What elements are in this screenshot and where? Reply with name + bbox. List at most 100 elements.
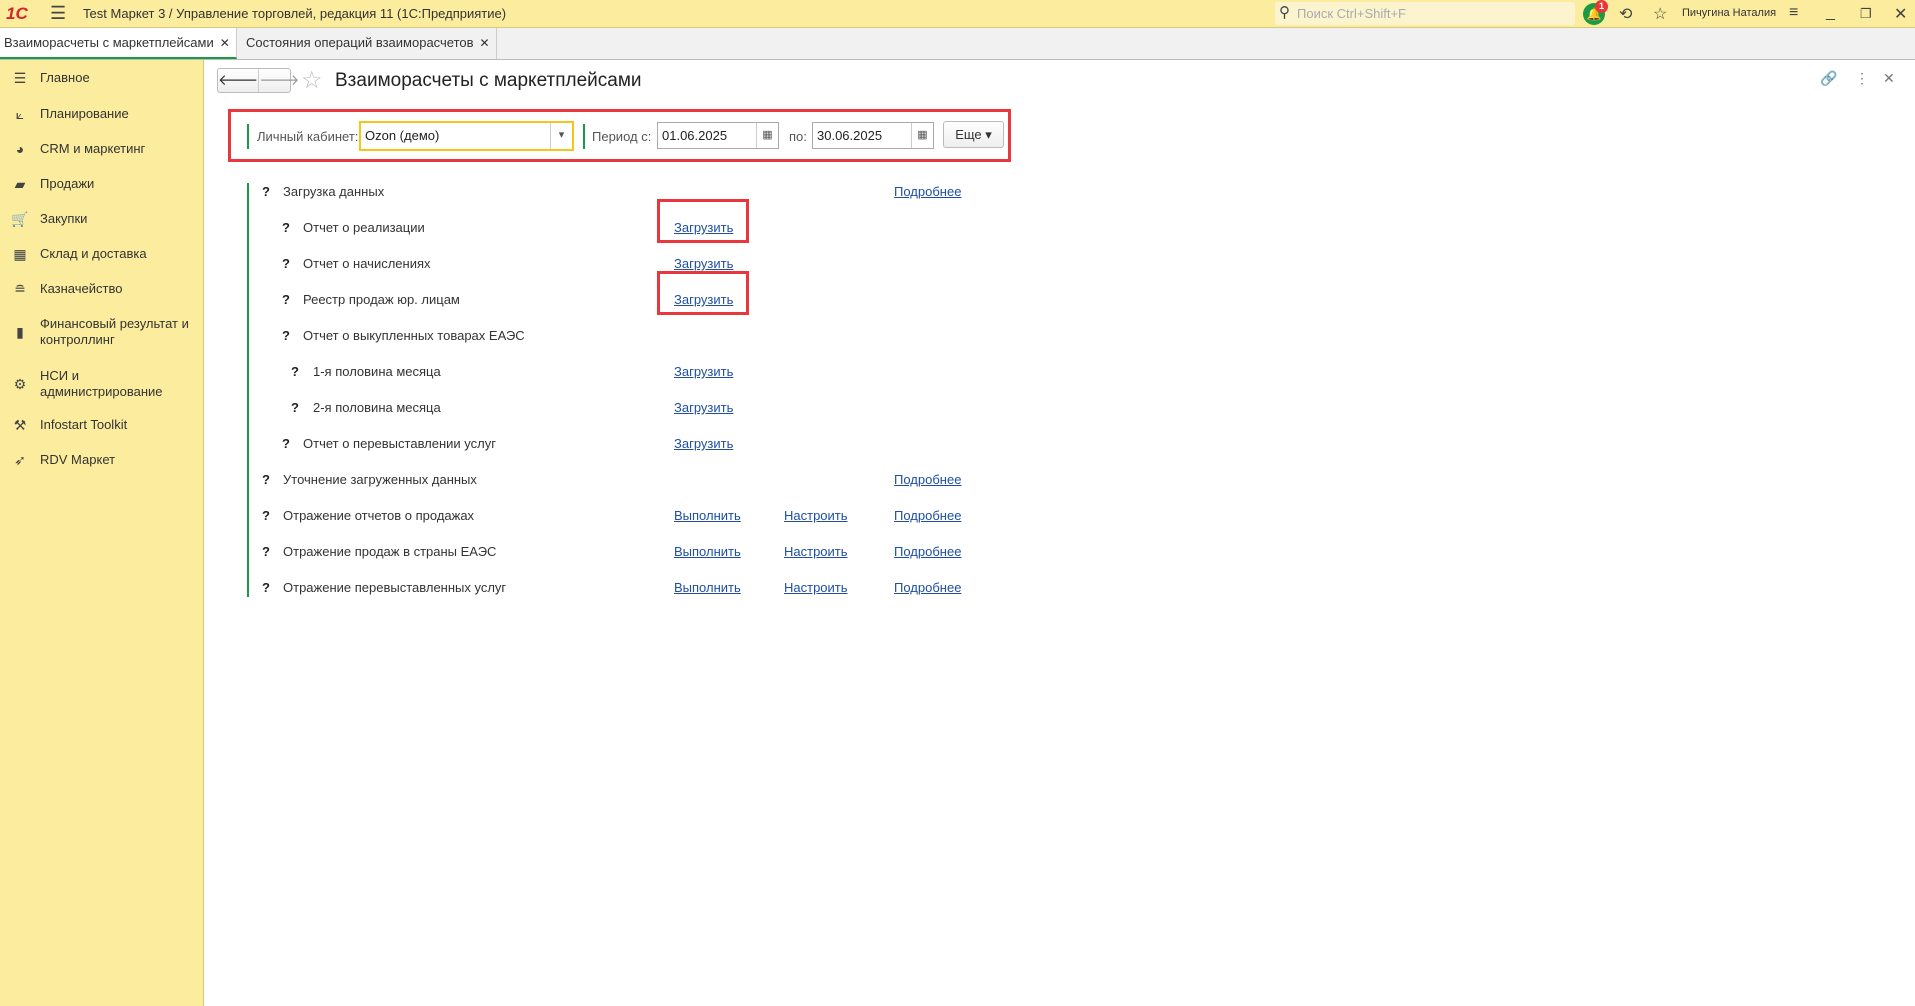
link-icon[interactable]: 🔗: [1820, 70, 1837, 87]
configure-link[interactable]: Настроить: [784, 544, 848, 559]
step-label: Загрузка данных: [283, 184, 385, 199]
sidebar-item-warehouse[interactable]: ▦ Склад и доставка: [0, 244, 204, 264]
step-label: 2-я половина месяца: [313, 400, 441, 415]
help-question-icon[interactable]: ?: [282, 292, 290, 307]
step-label: Отчет о начислениях: [303, 256, 431, 271]
sidebar-item-main[interactable]: ☰ Главное: [0, 68, 204, 88]
search-icon: ⚲: [1279, 4, 1290, 21]
details-link[interactable]: Подробнее: [894, 508, 961, 523]
help-question-icon[interactable]: ?: [262, 472, 270, 487]
more-actions-icon[interactable]: ⋮: [1855, 70, 1869, 87]
list-icon: ☰: [13, 69, 27, 86]
restore-icon[interactable]: ❐: [1860, 6, 1872, 22]
run-link[interactable]: Загрузить: [674, 256, 733, 271]
sidebar-label: CRM и маркетинг: [40, 141, 146, 156]
cart-icon: 🛒: [11, 210, 29, 227]
history-icon[interactable]: ⟲: [1619, 4, 1632, 24]
search-input[interactable]: ⚲ Поиск Ctrl+Shift+F: [1275, 2, 1575, 25]
sidebar-label: Финансовый результат и контроллинг: [40, 316, 189, 347]
notification-count: 1: [1595, 0, 1608, 13]
help-question-icon[interactable]: ?: [262, 544, 270, 559]
favorites-star-icon[interactable]: ☆: [1653, 4, 1667, 24]
run-link[interactable]: Выполнить: [674, 508, 741, 523]
app-title: Test Маркет 3 / Управление торговлей, ре…: [83, 6, 507, 21]
sidebar-label: Склад и доставка: [40, 246, 147, 261]
sidebar-item-rdv[interactable]: ➶ RDV Маркет: [0, 450, 204, 470]
more-label: Еще: [955, 127, 982, 142]
close-form-icon[interactable]: ✕: [1883, 70, 1895, 87]
run-link[interactable]: Выполнить: [674, 544, 741, 559]
close-tab-icon[interactable]: ✕: [480, 36, 490, 50]
nav-buttons: 🡐 🡒: [217, 68, 299, 93]
date-to-input[interactable]: 30.06.2025 ▦: [812, 122, 934, 149]
user-name[interactable]: Пичугина Наталия: [1682, 7, 1776, 19]
step-label: Отчет о выкупленных товарах ЕАЭС: [303, 328, 525, 343]
chevron-down-icon[interactable]: ▾: [550, 123, 572, 149]
planning-icon: ⟀: [15, 105, 25, 122]
sidebar-item-finance[interactable]: ▮ Финансовый результат и контроллинг: [0, 314, 204, 350]
sidebar-label: Планирование: [40, 106, 129, 121]
pie-chart-icon: ◕: [15, 141, 25, 157]
period-to-label: по:: [789, 129, 807, 144]
tools-icon: ⚒: [13, 416, 27, 433]
more-button[interactable]: Еще ▾: [943, 121, 1004, 148]
run-link[interactable]: Загрузить: [674, 436, 733, 451]
help-question-icon[interactable]: ?: [282, 328, 290, 343]
step-label: 1-я половина месяца: [313, 364, 441, 379]
cabinet-value: Ozon (демо): [365, 128, 440, 143]
calendar-icon[interactable]: ▦: [756, 123, 778, 148]
details-link[interactable]: Подробнее: [894, 580, 961, 595]
sidebar-item-admin[interactable]: ⚙ НСИ и администрирование: [0, 366, 204, 402]
help-question-icon[interactable]: ?: [262, 580, 270, 595]
group-marker: [247, 183, 249, 597]
sidebar-item-purchases[interactable]: 🛒 Закупки: [0, 209, 204, 229]
details-link[interactable]: Подробнее: [894, 472, 961, 487]
highlight-box: [657, 199, 749, 243]
main-menu-icon[interactable]: ☰: [50, 3, 66, 24]
rocket-icon: ➶: [14, 451, 26, 468]
close-tab-icon[interactable]: ✕: [220, 36, 230, 50]
sidebar-item-treasury[interactable]: ≘ Казначейство: [0, 279, 204, 299]
sidebar-item-crm[interactable]: ◕ CRM и маркетинг: [0, 139, 204, 159]
run-link[interactable]: Выполнить: [674, 580, 741, 595]
sidebar: ☰ Главное ⟀ Планирование ◕ CRM и маркетинг …: [0, 60, 204, 1006]
bag-icon: ▰: [14, 175, 26, 192]
back-arrow-icon[interactable]: 🡐: [218, 69, 258, 92]
help-question-icon[interactable]: ?: [262, 508, 270, 523]
close-app-icon[interactable]: ✕: [1894, 4, 1907, 24]
minimize-icon[interactable]: _: [1826, 4, 1835, 22]
highlight-box: [657, 271, 749, 315]
calendar-icon[interactable]: ▦: [911, 123, 933, 148]
help-question-icon[interactable]: ?: [282, 256, 290, 271]
step-label: Уточнение загруженных данных: [283, 472, 477, 487]
cabinet-select[interactable]: Ozon (демо) ▾: [359, 121, 574, 151]
configure-link[interactable]: Настроить: [784, 580, 848, 595]
step-label: Отражение перевыставленных услуг: [283, 580, 507, 595]
sidebar-label: НСИ и администрирование: [40, 368, 163, 399]
sidebar-item-planning[interactable]: ⟀ Планирование: [0, 104, 204, 124]
period-from-label: Период с:: [592, 129, 652, 144]
details-link[interactable]: Подробнее: [894, 184, 961, 199]
page-title: Взаиморасчеты с маркетплейсами: [335, 70, 642, 91]
run-link[interactable]: Загрузить: [674, 364, 733, 379]
sidebar-label: Infostart Toolkit: [40, 417, 128, 432]
help-question-icon[interactable]: ?: [291, 364, 299, 379]
bar-chart-icon: ▮: [16, 323, 24, 340]
forward-arrow-icon[interactable]: 🡒: [258, 69, 299, 92]
date-from-input[interactable]: 01.06.2025 ▦: [657, 122, 779, 149]
sidebar-item-infostart[interactable]: ⚒ Infostart Toolkit: [0, 415, 204, 435]
search-placeholder: Поиск Ctrl+Shift+F: [1297, 6, 1406, 21]
help-question-icon[interactable]: ?: [291, 400, 299, 415]
help-question-icon[interactable]: ?: [262, 184, 270, 199]
configure-link[interactable]: Настроить: [784, 508, 848, 523]
help-question-icon[interactable]: ?: [282, 436, 290, 451]
tab-operation-states[interactable]: Состояния операций взаиморасчетов ✕: [240, 28, 497, 59]
details-link[interactable]: Подробнее: [894, 544, 961, 559]
sidebar-item-sales[interactable]: ▰ Продажи: [0, 174, 204, 194]
help-question-icon[interactable]: ?: [282, 220, 290, 235]
tab-mutual-settlements[interactable]: Взаиморасчеты с маркетплейсами ✕: [0, 28, 237, 59]
sidebar-label: Закупки: [40, 211, 88, 226]
favorite-star-icon[interactable]: ☆: [301, 66, 323, 95]
run-link[interactable]: Загрузить: [674, 400, 733, 415]
settings-menu-icon[interactable]: ≡: [1789, 4, 1798, 22]
